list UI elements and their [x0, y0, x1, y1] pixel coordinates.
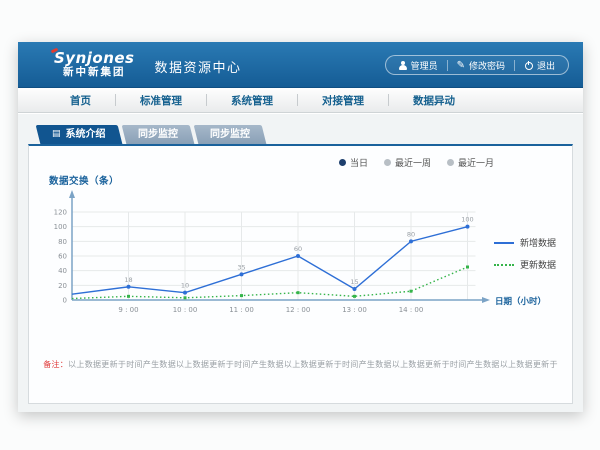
chart-y-axis-title: 数据交换（条）	[49, 173, 119, 187]
footer-note: 备注：以上数据更新于时间产生数据以上数据更新于时间产生数据以上数据更新于时间产生…	[39, 359, 562, 370]
svg-text:80: 80	[407, 230, 415, 238]
svg-text:100: 100	[461, 216, 473, 224]
svg-text:13 : 00: 13 : 00	[342, 306, 367, 314]
change-password-label: 修改密码	[469, 59, 505, 72]
legend-marker	[494, 242, 514, 244]
svg-text:14 : 00: 14 : 00	[399, 306, 424, 314]
user-button[interactable]: 管理员	[390, 59, 447, 72]
svg-text:9 : 00: 9 : 00	[118, 306, 138, 314]
legend-item[interactable]: 新增数据	[494, 236, 556, 249]
svg-text:120: 120	[54, 209, 67, 217]
range-filters: 当日 最近一周 最近一月	[339, 156, 494, 169]
nav-item[interactable]: 对接管理	[298, 93, 388, 108]
filter-option[interactable]: 最近一周	[384, 156, 431, 169]
chart-legend: 新增数据更新数据	[494, 236, 556, 271]
legend-label: 新增数据	[520, 236, 556, 249]
page-title: 数据资源中心	[155, 53, 242, 76]
power-icon	[524, 61, 533, 70]
filter-option-label: 最近一月	[458, 156, 494, 169]
legend-marker	[494, 264, 514, 266]
nav-item[interactable]: 标准管理	[116, 93, 206, 108]
svg-text:10: 10	[181, 282, 189, 290]
tab-bar: ▤ 系统介绍 同步监控 同步监控	[28, 125, 573, 144]
svg-text:日期（小时）: 日期（小时）	[495, 296, 546, 307]
svg-text:10 : 00: 10 : 00	[173, 306, 198, 314]
tab[interactable]: ▤ 系统介绍	[36, 125, 122, 144]
tab[interactable]: 同步监控	[121, 125, 194, 144]
svg-text:40: 40	[58, 267, 67, 275]
svg-text:35: 35	[237, 263, 245, 271]
legend-item[interactable]: 更新数据	[494, 258, 556, 271]
svg-text:18: 18	[124, 276, 132, 284]
form-icon: ▤	[52, 130, 61, 139]
nav-item[interactable]: 数据异动	[389, 93, 479, 108]
tab-inner: ▤ 系统介绍	[52, 125, 106, 144]
logout-button[interactable]: 退出	[515, 59, 564, 72]
radio-dot-icon	[447, 159, 454, 166]
footer-note-prefix: 备注：	[43, 360, 68, 369]
filter-option[interactable]: 当日	[339, 156, 368, 169]
legend-label: 更新数据	[520, 258, 556, 271]
svg-text:60: 60	[294, 245, 302, 253]
tab-label: 系统介绍	[66, 125, 106, 144]
svg-text:12 : 00: 12 : 00	[286, 306, 311, 314]
logout-label: 退出	[537, 59, 555, 72]
nav-item[interactable]: 首页	[46, 93, 115, 108]
content-area: ▤ 系统介绍 同步监控 同步监控 当日 最近一周 最近一月 数据交换（条） 0 20 40 60…	[18, 114, 583, 412]
app-window: Synjones 新中新集团 数据资源中心 管理员 ✎ 修改密码 退出 首页标准…	[18, 42, 583, 412]
logo-company: 新中新集团	[54, 67, 135, 79]
nav-item[interactable]: 系统管理	[207, 93, 297, 108]
tab-label: 同步监控	[138, 125, 178, 144]
svg-text:100: 100	[54, 223, 67, 231]
logo: Synjones 新中新集团	[54, 50, 135, 78]
tab-inner: 同步监控	[138, 125, 178, 144]
filter-option[interactable]: 最近一月	[447, 156, 494, 169]
user-icon	[399, 61, 407, 70]
edit-icon: ✎	[457, 61, 465, 70]
svg-text:80: 80	[58, 238, 67, 246]
user-toolbar: 管理员 ✎ 修改密码 退出	[385, 55, 569, 75]
main-nav: 首页标准管理系统管理对接管理数据异动	[18, 88, 583, 113]
svg-text:0: 0	[63, 297, 67, 305]
tab[interactable]: 同步监控	[193, 125, 266, 144]
svg-text:20: 20	[58, 282, 67, 290]
radio-dot-icon	[339, 159, 346, 166]
change-password-button[interactable]: ✎ 修改密码	[448, 59, 514, 72]
user-label: 管理员	[411, 59, 438, 72]
svg-text:60: 60	[58, 253, 67, 261]
filter-option-label: 当日	[350, 156, 368, 169]
svg-text:15: 15	[350, 278, 358, 286]
chart-panel: 当日 最近一周 最近一月 数据交换（条） 0 20 40 60 80 100 120 9 : 00…	[28, 144, 573, 404]
footer-note-text: 以上数据更新于时间产生数据以上数据更新于时间产生数据以上数据更新于时间产生数据以…	[68, 360, 558, 369]
logo-brand: Synjones	[54, 50, 135, 67]
header: Synjones 新中新集团 数据资源中心 管理员 ✎ 修改密码 退出	[18, 42, 583, 88]
tab-label: 同步监控	[210, 125, 250, 144]
filter-option-label: 最近一周	[395, 156, 431, 169]
radio-dot-icon	[384, 159, 391, 166]
tab-inner: 同步监控	[210, 125, 250, 144]
svg-text:11 : 00: 11 : 00	[229, 306, 254, 314]
